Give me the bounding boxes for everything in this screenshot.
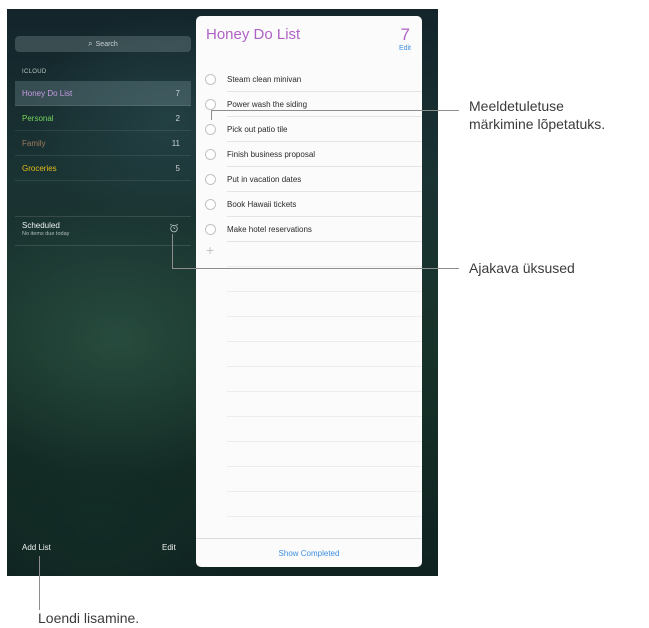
reminder-checkbox[interactable] xyxy=(205,149,216,160)
section-header-icloud: ICLOUD xyxy=(22,69,47,75)
reminder-checkbox[interactable] xyxy=(205,224,216,235)
reminder-text: Pick out patio tile xyxy=(227,124,288,134)
reminder-checkbox[interactable] xyxy=(205,124,216,135)
reminder-item[interactable]: Make hotel reservations xyxy=(227,217,422,242)
reminder-item[interactable]: Power wash the siding xyxy=(227,92,422,117)
divider xyxy=(227,291,422,292)
divider xyxy=(227,466,422,467)
list-name: Family xyxy=(22,138,46,148)
list-title: Honey Do List xyxy=(206,26,301,43)
reminder-text: Power wash the siding xyxy=(227,99,308,109)
list-count: 7 xyxy=(175,88,180,98)
divider xyxy=(227,391,422,392)
callout-line xyxy=(211,110,459,111)
divider xyxy=(227,441,422,442)
reminder-text: Steam clean minivan xyxy=(227,74,302,84)
edit-lists-button[interactable]: Edit xyxy=(162,543,176,552)
scheduled-subtitle: No items due today xyxy=(22,231,70,237)
list-count: 5 xyxy=(175,163,180,173)
callout-line xyxy=(172,234,173,268)
list-name: Groceries xyxy=(22,163,57,173)
callout-line-2: märkimine lõpetatuks. xyxy=(469,116,606,132)
reminder-item[interactable]: Put in vacation dates xyxy=(227,167,422,192)
sidebar-item-family[interactable]: Family 11 xyxy=(15,131,191,156)
list-name: Honey Do List xyxy=(22,88,73,98)
reminder-item[interactable]: Steam clean minivan xyxy=(227,67,422,92)
add-list-button[interactable]: Add List xyxy=(22,543,51,552)
sidebar-item-honey-do-list[interactable]: Honey Do List 7 xyxy=(15,81,191,106)
divider xyxy=(227,366,422,367)
callout-line xyxy=(39,556,40,610)
callout-line-1: Meeldetuletuse xyxy=(469,98,564,114)
list-edit-button[interactable]: Edit xyxy=(399,45,411,52)
scheduled-title: Scheduled xyxy=(22,221,60,230)
reminder-text: Make hotel reservations xyxy=(227,224,312,234)
add-reminder-button[interactable]: + xyxy=(206,242,214,258)
sidebar-item-groceries[interactable]: Groceries 5 xyxy=(15,156,191,181)
reminder-item[interactable]: Finish business proposal xyxy=(227,142,422,167)
alarm-clock-icon xyxy=(169,223,179,233)
reminder-checkbox[interactable] xyxy=(205,74,216,85)
divider xyxy=(227,516,422,517)
reminder-checkbox[interactable] xyxy=(205,199,216,210)
callout-scheduled-items: Ajakava üksused xyxy=(469,260,575,276)
reminder-checkbox[interactable] xyxy=(205,174,216,185)
search-placeholder: Search xyxy=(95,40,118,48)
reminder-item[interactable]: Pick out patio tile xyxy=(227,117,422,142)
list-count: 2 xyxy=(175,113,180,123)
ipad-screen: ⌕ Search ICLOUD Honey Do List 7 Personal… xyxy=(7,9,438,576)
callout-mark-complete: Meeldetuletuse märkimine lõpetatuks. xyxy=(469,97,605,133)
search-field[interactable]: ⌕ Search xyxy=(15,36,191,52)
divider xyxy=(227,266,422,267)
reminder-text: Book Hawaii tickets xyxy=(227,199,297,209)
sidebar-item-personal[interactable]: Personal 2 xyxy=(15,106,191,131)
divider xyxy=(227,341,422,342)
callout-line xyxy=(211,110,212,120)
list-count: 11 xyxy=(171,138,180,148)
list-name: Personal xyxy=(22,113,54,123)
divider xyxy=(227,491,422,492)
list-item-count: 7 xyxy=(400,25,410,44)
sidebar-item-scheduled[interactable]: Scheduled No items due today xyxy=(15,216,191,246)
divider xyxy=(227,316,422,317)
reminder-text: Finish business proposal xyxy=(227,149,316,159)
divider xyxy=(227,416,422,417)
reminder-item[interactable]: Book Hawaii tickets xyxy=(227,192,422,217)
callout-line xyxy=(172,268,459,269)
reminder-text: Put in vacation dates xyxy=(227,174,302,184)
reminder-checkbox[interactable] xyxy=(205,99,216,110)
search-icon: ⌕ xyxy=(88,39,93,48)
reminder-list-panel: Honey Do List 7 Edit Steam clean minivan… xyxy=(196,16,422,567)
callout-add-list: Loendi lisamine. xyxy=(38,610,140,626)
show-completed-button[interactable]: Show Completed xyxy=(196,538,422,567)
